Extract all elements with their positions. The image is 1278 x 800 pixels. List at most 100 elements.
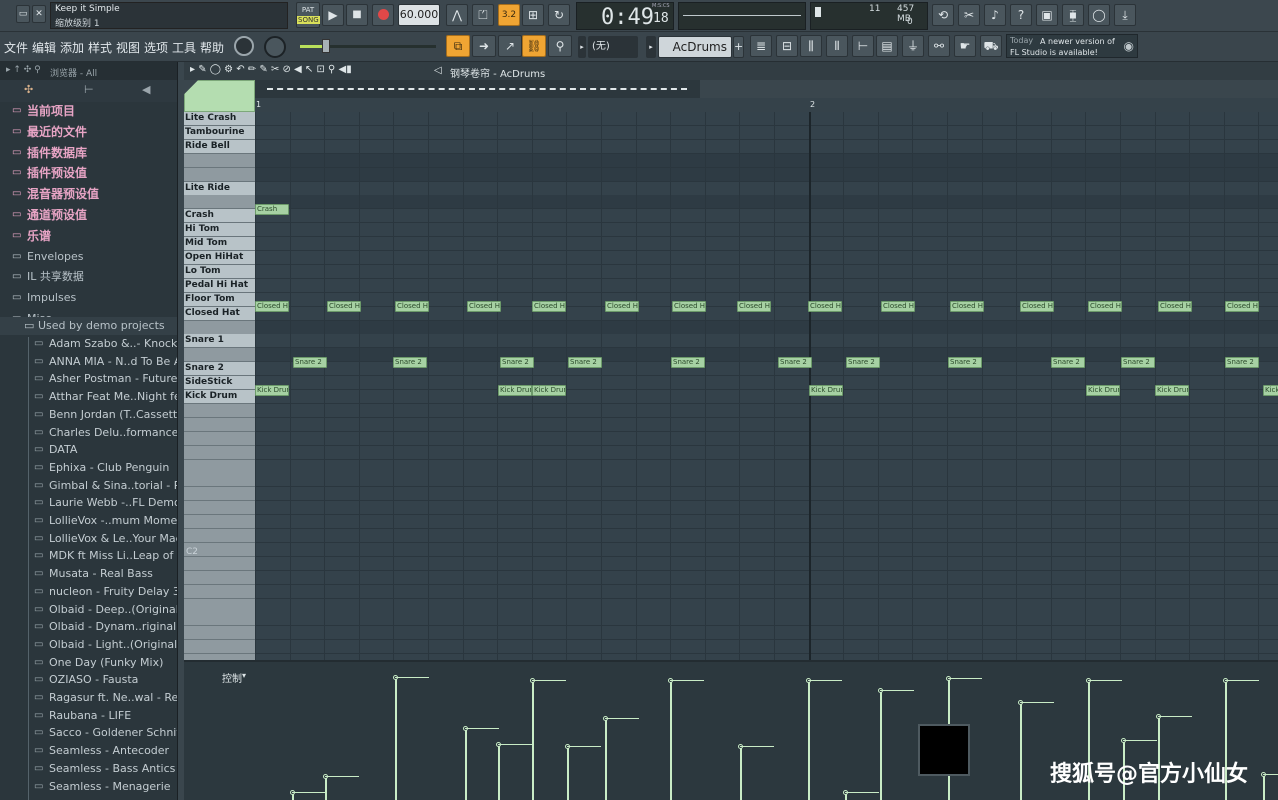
add-channel-icon[interactable]: + bbox=[733, 36, 744, 58]
note-kick[interactable]: Kick Drum bbox=[1155, 384, 1189, 396]
note-snare2[interactable]: Snare 2 bbox=[500, 356, 534, 368]
draw-icon[interactable]: ↗ bbox=[498, 35, 522, 57]
browser-nav-icon[interactable]: ▸ ↑ ✣ ⚲ bbox=[6, 65, 41, 75]
window-restore-icon[interactable]: ▭ bbox=[16, 5, 30, 23]
note-grid[interactable]: Crash Closed Hat Closed Hat Closed Hat Close… bbox=[255, 112, 1278, 660]
note-closed_hat[interactable]: Closed Hat bbox=[881, 301, 915, 313]
note-closed_hat[interactable]: Closed Hat bbox=[467, 301, 501, 313]
browser-item[interactable]: ▭ LollieVox -..mum Momentum bbox=[0, 512, 177, 530]
browser-item[interactable]: ▭ Seamless - Bass Antics bbox=[0, 760, 177, 778]
piano-key[interactable] bbox=[184, 195, 255, 210]
piano-key[interactable]: Closed Hat bbox=[184, 306, 255, 321]
note-closed_hat[interactable]: Closed Hat bbox=[737, 301, 771, 313]
browser-folder[interactable]: ▭ 当前项目 bbox=[0, 102, 177, 120]
browser-item[interactable]: ▭ Ragasur ft. Ne..wal - Red Rain bbox=[0, 689, 177, 707]
time-display[interactable]: 0:49 18 M:S:CS bbox=[576, 2, 674, 30]
piano-key[interactable] bbox=[184, 556, 255, 571]
step-edit-button[interactable]: 3.2 bbox=[498, 4, 520, 26]
menu-edit[interactable]: 编辑 bbox=[32, 39, 56, 56]
browser-item[interactable]: ▭ Ephixa - Club Penguin bbox=[0, 459, 177, 477]
piano-key[interactable]: Kick Drum bbox=[184, 390, 255, 404]
note-closed_hat[interactable]: Closed Hat bbox=[672, 301, 706, 313]
browser-item[interactable]: ▭ Gimbal & Sina..torial - RawFL bbox=[0, 477, 177, 495]
download-icon[interactable]: ⤓ bbox=[1114, 4, 1136, 26]
browser-folder[interactable]: ▭ 最近的文件 bbox=[0, 123, 177, 141]
piano-keyboard[interactable]: Lite Crash Tambourine Ride Bell Lite Ride Cr… bbox=[184, 112, 255, 669]
note-snare2[interactable]: Snare 2 bbox=[948, 356, 982, 368]
close-icon[interactable]: ✕ bbox=[32, 5, 46, 23]
note-kick[interactable]: Kick Drum bbox=[498, 384, 532, 396]
browser-item[interactable]: ▭ Atthar Feat Me..Night feeling bbox=[0, 388, 177, 406]
note-snare2[interactable]: Snare 2 bbox=[568, 356, 602, 368]
browser-item[interactable]: ▭ Benn Jordan (T..Cassette Cafe bbox=[0, 406, 177, 424]
piano-key[interactable]: Open HiHat bbox=[184, 251, 255, 265]
shop-icon[interactable]: ⛟ bbox=[980, 35, 1002, 57]
browser-folder[interactable]: ▭ 插件预设值 bbox=[0, 164, 177, 182]
piano-key[interactable]: Mid Tom bbox=[184, 237, 255, 252]
piano-key[interactable] bbox=[184, 348, 255, 363]
control-dropdown-icon[interactable]: ▾ bbox=[242, 671, 246, 680]
channel-rack-icon[interactable]: ⫼ bbox=[800, 35, 822, 57]
browser-folder[interactable]: ▭ 乐谱 bbox=[0, 227, 177, 245]
piano-key[interactable] bbox=[184, 487, 255, 502]
wait-input-icon[interactable]: ⏍ bbox=[472, 4, 494, 26]
browser-tab-current-icon[interactable]: ⊢ bbox=[84, 83, 94, 96]
touch-icon[interactable]: ☛ bbox=[954, 35, 976, 57]
piano-key[interactable] bbox=[184, 403, 255, 418]
undo-icon[interactable]: ⟲ bbox=[932, 4, 954, 26]
piano-key[interactable] bbox=[184, 320, 255, 335]
mic-stand-icon[interactable]: ⚯ bbox=[928, 35, 950, 57]
velocity-bar[interactable] bbox=[808, 680, 810, 800]
browser-folder[interactable]: ▭ 混音器预设值 bbox=[0, 185, 177, 203]
note-snare2[interactable]: Snare 2 bbox=[671, 356, 705, 368]
loop-record-icon[interactable]: ↻ bbox=[548, 4, 570, 26]
velocity-bar[interactable] bbox=[465, 728, 467, 800]
piano-roll-scroller[interactable] bbox=[255, 80, 700, 98]
note-closed_hat[interactable]: Closed Hat bbox=[605, 301, 639, 313]
note-kick[interactable]: Kick Drum bbox=[1086, 384, 1120, 396]
menu-patterns[interactable]: 样式 bbox=[88, 39, 112, 56]
velocity-bar[interactable] bbox=[1020, 702, 1022, 800]
note-kick[interactable]: Kick Drum bbox=[1263, 384, 1278, 396]
browser-item[interactable]: ▭ DATA bbox=[0, 441, 177, 459]
note-closed_hat[interactable]: Closed Hat bbox=[950, 301, 984, 313]
typing-keyboard-icon[interactable]: ⊞ bbox=[522, 4, 544, 26]
velocity-bar[interactable] bbox=[567, 746, 569, 800]
browser-item[interactable]: ▭ Seamless - Menagerie bbox=[0, 778, 177, 796]
browser-item[interactable]: ▭ OZIASO - Fausta bbox=[0, 671, 177, 689]
note-snare2[interactable]: Snare 2 bbox=[846, 356, 880, 368]
plugin-icon[interactable]: ⏚ bbox=[902, 35, 924, 57]
note-crash[interactable]: Crash bbox=[255, 203, 289, 215]
piano-key[interactable] bbox=[184, 626, 255, 641]
tempo-field[interactable]: 60.000 bbox=[398, 4, 440, 26]
piano-key[interactable] bbox=[184, 431, 255, 446]
note-closed_hat[interactable]: Closed Hat bbox=[1088, 301, 1122, 313]
piano-key[interactable]: SideStick bbox=[184, 376, 255, 391]
piano-key[interactable]: Ride Bell bbox=[184, 139, 255, 154]
note-snare2[interactable]: Snare 2 bbox=[778, 356, 812, 368]
browser-item[interactable]: ▭ Adam Szabo &..- Knocked Out bbox=[0, 335, 177, 353]
mixer-icon[interactable]: ⧯ bbox=[1062, 4, 1084, 26]
browser-item[interactable]: ▭ LollieVox & Le..Your Madonna bbox=[0, 530, 177, 548]
browser-folder[interactable]: ▭ Impulses bbox=[0, 289, 177, 307]
velocity-bar[interactable] bbox=[880, 690, 882, 800]
browser-item[interactable]: ▭ Musata - Real Bass bbox=[0, 565, 177, 583]
note-closed_hat[interactable]: Closed Hat bbox=[1020, 301, 1054, 313]
note-closed_hat[interactable]: Closed Hat bbox=[255, 301, 289, 313]
note-kick[interactable]: Kick Drum bbox=[532, 384, 566, 396]
piano-key[interactable] bbox=[184, 167, 255, 182]
arrow-right-icon[interactable]: ➜ bbox=[472, 35, 496, 57]
pattern-prev-icon[interactable]: ▸ bbox=[578, 36, 586, 58]
piano-key[interactable] bbox=[184, 473, 255, 488]
note-kick[interactable]: Kick Drum bbox=[255, 384, 289, 396]
browser-item[interactable]: ▭ Sacco - Goldener Schnitt bbox=[0, 724, 177, 742]
note-closed_hat[interactable]: Closed Hat bbox=[395, 301, 429, 313]
browser-subfolder[interactable]: ▭ Used by demo projects bbox=[0, 317, 177, 335]
velocity-bar[interactable] bbox=[532, 680, 534, 800]
browser-item[interactable]: ▭ ANNA MIA - N..d To Be Afraid bbox=[0, 353, 177, 371]
menu-tools[interactable]: 工具 bbox=[172, 39, 196, 56]
cut-icon[interactable]: ✂ bbox=[958, 4, 980, 26]
velocity-bar[interactable] bbox=[498, 744, 500, 800]
browser-folder[interactable]: ▭ 通道预设值 bbox=[0, 206, 177, 224]
browser-item[interactable]: ▭ Raubana - LIFE bbox=[0, 707, 177, 725]
